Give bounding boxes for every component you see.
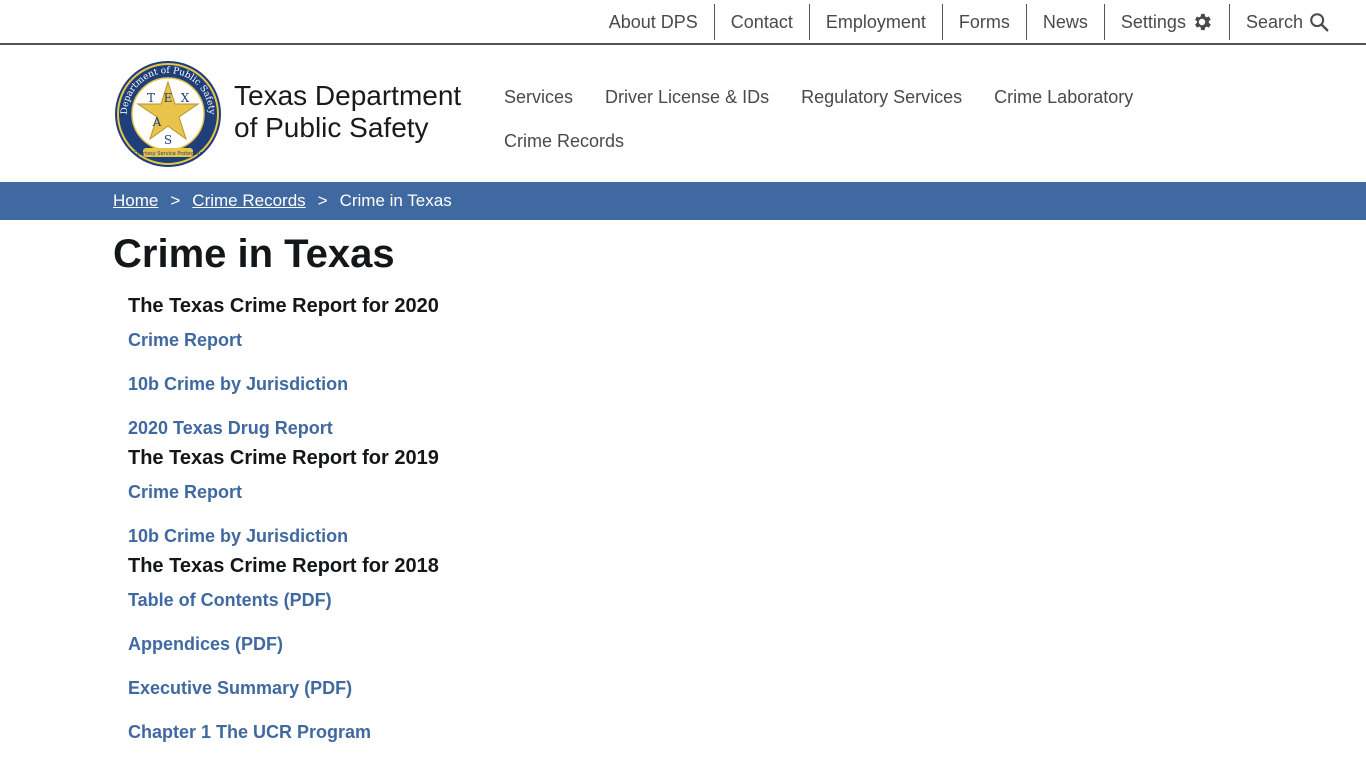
- breadcrumb-separator: >: [317, 191, 328, 210]
- search-label: Search: [1245, 11, 1303, 32]
- breadcrumb-current: Crime in Texas: [339, 191, 452, 210]
- main-nav: Services Driver License & IDs Regulatory…: [488, 75, 1168, 163]
- report-link[interactable]: Chapter 1 The UCR Program: [128, 714, 828, 758]
- svg-text:X: X: [181, 91, 190, 105]
- utility-link-label: Contact: [730, 11, 793, 32]
- site-name-line2: of Public Safety: [234, 112, 429, 143]
- utility-link-forms[interactable]: Forms: [941, 4, 1026, 40]
- utility-link-contact[interactable]: Contact: [713, 4, 809, 40]
- utility-link-label: News: [1042, 11, 1088, 32]
- nav-services[interactable]: Services: [488, 75, 589, 119]
- report-section-2018: The Texas Crime Report for 2018 Table of…: [128, 550, 828, 758]
- svg-text:A: A: [152, 115, 162, 129]
- nav-driver-license[interactable]: Driver License & IDs: [589, 75, 785, 119]
- site-name-line1: Texas Department: [234, 80, 462, 111]
- report-link[interactable]: Table of Contents (PDF): [128, 582, 828, 626]
- report-link[interactable]: Crime Report: [128, 322, 828, 366]
- report-section-2019: The Texas Crime Report for 2019 Crime Re…: [128, 442, 828, 550]
- utility-link-employment[interactable]: Employment: [808, 4, 942, 40]
- section-heading: The Texas Crime Report for 2019: [128, 447, 439, 469]
- utility-link-label: About DPS: [608, 11, 698, 32]
- section-heading: The Texas Crime Report for 2018: [128, 555, 439, 577]
- breadcrumb-home[interactable]: Home: [113, 191, 158, 211]
- svg-text:E: E: [164, 91, 173, 105]
- site-header: Department of Public Safety T E X A S Co…: [0, 47, 1366, 182]
- gear-icon: [1191, 11, 1213, 33]
- report-link[interactable]: 10b Crime by Jurisdiction: [128, 518, 828, 550]
- search-icon: [1308, 11, 1330, 33]
- report-link[interactable]: Crime Report: [128, 474, 828, 518]
- nav-regulatory-services[interactable]: Regulatory Services: [785, 75, 978, 119]
- section-heading: The Texas Crime Report for 2020: [128, 295, 439, 317]
- settings-button[interactable]: Settings: [1103, 4, 1229, 40]
- page-title: Crime in Texas: [113, 232, 395, 276]
- report-link[interactable]: Appendices (PDF): [128, 626, 828, 670]
- report-link[interactable]: 10b Crime by Jurisdiction: [128, 366, 828, 410]
- utility-link-label: Forms: [958, 11, 1010, 32]
- nav-crime-laboratory[interactable]: Crime Laboratory: [978, 75, 1149, 119]
- svg-text:T: T: [147, 91, 155, 105]
- utility-link-news[interactable]: News: [1025, 4, 1104, 40]
- settings-label: Settings: [1120, 11, 1186, 32]
- utility-link-label: Employment: [825, 11, 926, 32]
- main-content: The Texas Crime Report for 2020 Crime Re…: [128, 290, 828, 758]
- report-link[interactable]: Executive Summary (PDF): [128, 670, 828, 714]
- breadcrumb: Home > Crime Records > Crime in Texas: [113, 182, 452, 220]
- utility-bar: About DPS Contact Employment Forms News …: [0, 0, 1366, 45]
- utility-link-about-dps[interactable]: About DPS: [593, 4, 714, 40]
- dps-seal-logo[interactable]: Department of Public Safety T E X A S Co…: [113, 60, 223, 168]
- search-button[interactable]: Search: [1228, 4, 1346, 40]
- svg-text:S: S: [164, 133, 172, 147]
- svg-text:Courtesy Service Protection: Courtesy Service Protection: [133, 151, 202, 157]
- nav-crime-records[interactable]: Crime Records: [488, 119, 640, 163]
- report-section-2020: The Texas Crime Report for 2020 Crime Re…: [128, 290, 828, 442]
- breadcrumb-crime-records[interactable]: Crime Records: [192, 191, 305, 211]
- report-link[interactable]: 2020 Texas Drug Report: [128, 410, 828, 442]
- breadcrumb-separator: >: [170, 191, 181, 210]
- breadcrumb-bar: Home > Crime Records > Crime in Texas: [0, 182, 1366, 220]
- site-name[interactable]: Texas Department of Public Safety: [234, 80, 494, 144]
- utility-nav: About DPS Contact Employment Forms News …: [593, 4, 1346, 40]
